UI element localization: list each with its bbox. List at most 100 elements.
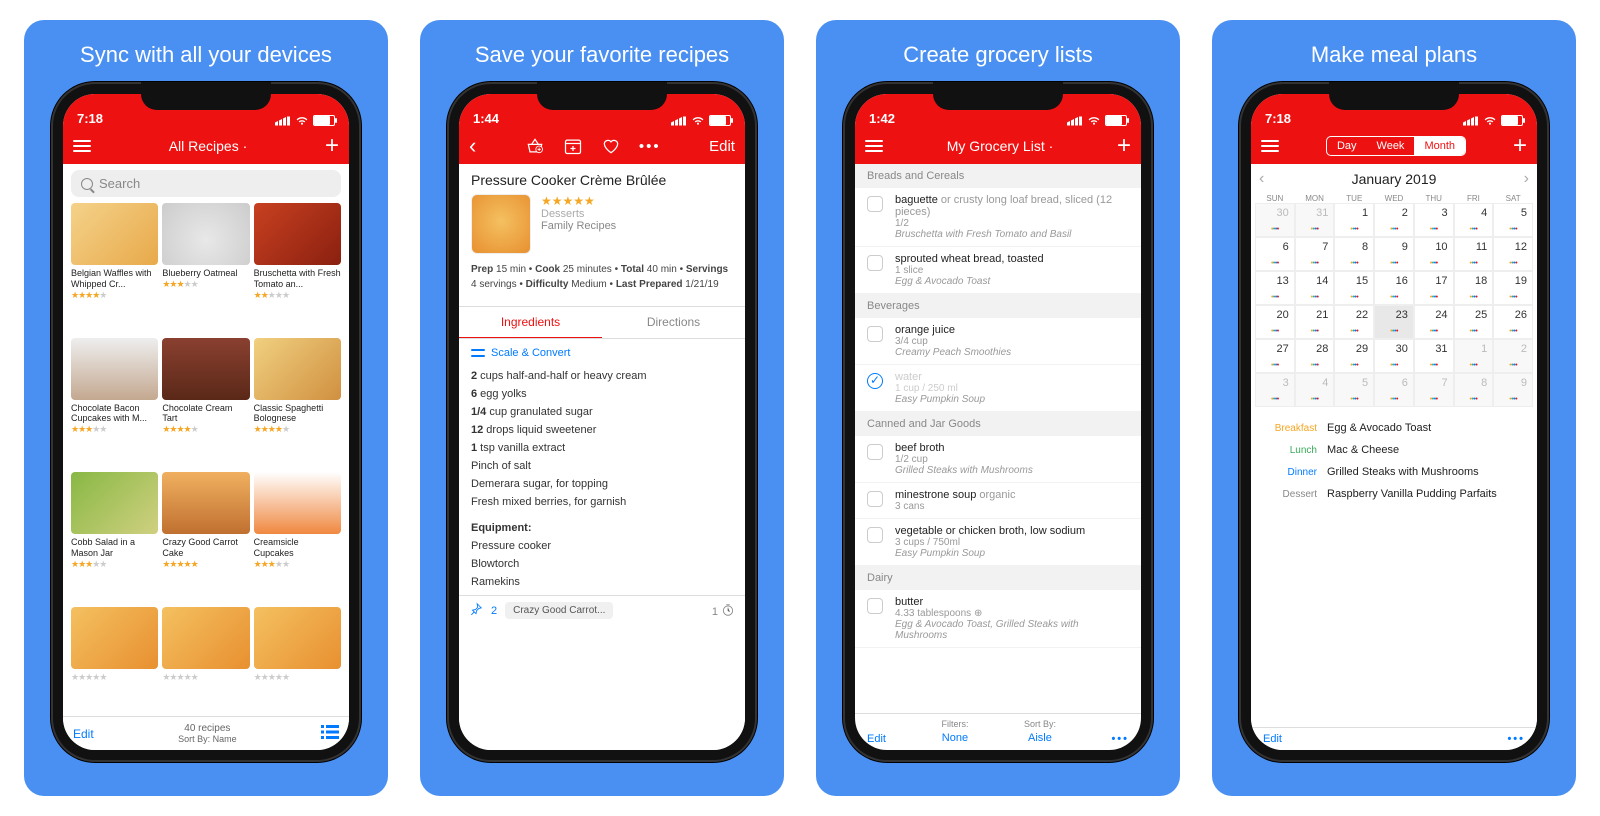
calendar-day[interactable]: 5••••: [1493, 203, 1533, 237]
nav-title[interactable]: All Recipes ·: [169, 138, 248, 154]
meal-row[interactable]: DinnerGrilled Steaks with Mushrooms: [1263, 461, 1525, 483]
calendar-day[interactable]: 30••••: [1374, 339, 1414, 373]
view-segmented-control[interactable]: Day Week Month: [1326, 136, 1466, 156]
calendar-day[interactable]: 14••••: [1295, 271, 1335, 305]
recipe-card[interactable]: ★★★★★: [254, 607, 341, 716]
grocery-item[interactable]: sprouted wheat bread, toasted1 sliceEgg …: [855, 247, 1141, 294]
recipe-card[interactable]: ★★★★★: [162, 607, 249, 716]
calendar-day[interactable]: 17••••: [1414, 271, 1454, 305]
menu-icon[interactable]: [73, 140, 91, 152]
next-month-icon[interactable]: ›: [1524, 170, 1529, 188]
grocery-item[interactable]: vegetable or chicken broth, low sodium3 …: [855, 519, 1141, 566]
grocery-item[interactable]: minestrone soup organic3 cans: [855, 483, 1141, 519]
calendar-day[interactable]: 15••••: [1334, 271, 1374, 305]
calendar-day[interactable]: 5••••: [1334, 373, 1374, 407]
recipe-card[interactable]: ★★★★★: [71, 607, 158, 716]
calendar-day[interactable]: 31••••: [1295, 203, 1335, 237]
tab-directions[interactable]: Directions: [602, 307, 745, 338]
add-icon[interactable]: +: [325, 134, 339, 158]
edit-button[interactable]: Edit: [1263, 733, 1282, 745]
scale-convert-link[interactable]: Scale & Convert: [459, 339, 745, 363]
grocery-list[interactable]: Breads and Cerealsbaguette or crusty lon…: [855, 164, 1141, 713]
more-icon[interactable]: •••: [1111, 733, 1129, 745]
sort-control[interactable]: Sort By: Aisle: [1024, 719, 1056, 745]
calendar-day[interactable]: 3••••: [1414, 203, 1454, 237]
calendar-grid[interactable]: 30••••31••••1••••2••••3••••4••••5••••6••…: [1251, 203, 1537, 407]
grocery-item[interactable]: water1 cup / 250 mlEasy Pumpkin Soup: [855, 365, 1141, 412]
calendar-day[interactable]: 29••••: [1334, 339, 1374, 373]
calendar-day[interactable]: 31••••: [1414, 339, 1454, 373]
calendar-day[interactable]: 9••••: [1374, 237, 1414, 271]
edit-button[interactable]: Edit: [709, 138, 735, 155]
calendar-add-icon[interactable]: [563, 136, 583, 156]
edit-button[interactable]: Edit: [73, 727, 94, 741]
calendar-day[interactable]: 4••••: [1454, 203, 1494, 237]
calendar-day[interactable]: 2••••: [1374, 203, 1414, 237]
calendar-day[interactable]: 20••••: [1255, 305, 1295, 339]
recipe-card[interactable]: Blueberry Oatmeal★★★★★: [162, 203, 249, 334]
meal-row[interactable]: BreakfastEgg & Avocado Toast: [1263, 417, 1525, 439]
more-icon[interactable]: •••: [639, 138, 661, 155]
calendar-day[interactable]: 6••••: [1374, 373, 1414, 407]
calendar-day[interactable]: 1••••: [1334, 203, 1374, 237]
calendar-day[interactable]: 27••••: [1255, 339, 1295, 373]
calendar-day[interactable]: 30••••: [1255, 203, 1295, 237]
edit-button[interactable]: Edit: [867, 733, 886, 745]
rating-stars[interactable]: ★★★★★: [541, 194, 616, 208]
ingredient-row[interactable]: Demerara sugar, for topping: [471, 475, 733, 493]
calendar-day[interactable]: 6••••: [1255, 237, 1295, 271]
prev-month-icon[interactable]: ‹: [1259, 170, 1264, 188]
checkbox[interactable]: [867, 255, 883, 271]
pin-icon[interactable]: [469, 602, 483, 619]
grocery-item[interactable]: butter4.33 tablespoons ⊕Egg & Avocado To…: [855, 590, 1141, 648]
calendar-day[interactable]: 18••••: [1454, 271, 1494, 305]
filters-control[interactable]: Filters: None: [941, 719, 968, 745]
ingredient-row[interactable]: 1 tsp vanilla extract: [471, 439, 733, 457]
menu-icon[interactable]: [865, 140, 883, 152]
checkbox[interactable]: [867, 196, 883, 212]
calendar-day[interactable]: 9••••: [1493, 373, 1533, 407]
back-icon[interactable]: ‹: [469, 133, 476, 159]
calendar-day[interactable]: 13••••: [1255, 271, 1295, 305]
recipe-card[interactable]: Classic Spaghetti Bolognese★★★★★: [254, 338, 341, 469]
calendar-day[interactable]: 7••••: [1295, 237, 1335, 271]
calendar-day[interactable]: 22••••: [1334, 305, 1374, 339]
checkbox[interactable]: [867, 373, 883, 389]
more-icon[interactable]: •••: [1507, 733, 1525, 745]
calendar-day[interactable]: 21••••: [1295, 305, 1335, 339]
menu-icon[interactable]: [1261, 140, 1279, 152]
calendar-day[interactable]: 24••••: [1414, 305, 1454, 339]
pinned-chip[interactable]: Crazy Good Carrot...: [505, 602, 613, 619]
checkbox[interactable]: [867, 598, 883, 614]
checkbox[interactable]: [867, 326, 883, 342]
recipe-grid[interactable]: Belgian Waffles with Whipped Cr...★★★★★B…: [63, 203, 349, 716]
recipe-card[interactable]: Bruschetta with Fresh Tomato an...★★★★★: [254, 203, 341, 334]
calendar-day[interactable]: 1••••: [1454, 339, 1494, 373]
calendar-day[interactable]: 10••••: [1414, 237, 1454, 271]
basket-icon[interactable]: [525, 136, 545, 156]
grocery-item[interactable]: orange juice3/4 cupCreamy Peach Smoothie…: [855, 318, 1141, 365]
recipe-card[interactable]: Chocolate Bacon Cupcakes with M...★★★★★: [71, 338, 158, 469]
timer-icon[interactable]: 1: [712, 603, 735, 618]
meal-row[interactable]: DessertRaspberry Vanilla Pudding Parfait…: [1263, 483, 1525, 505]
calendar-day[interactable]: 12••••: [1493, 237, 1533, 271]
calendar-day[interactable]: 23••••: [1374, 305, 1414, 339]
heart-icon[interactable]: [601, 136, 621, 156]
calendar-day[interactable]: 2••••: [1493, 339, 1533, 373]
ingredient-row[interactable]: 1/4 cup granulated sugar: [471, 403, 733, 421]
checkbox[interactable]: [867, 444, 883, 460]
calendar-day[interactable]: 8••••: [1454, 373, 1494, 407]
ingredient-row[interactable]: Pinch of salt: [471, 457, 733, 475]
calendar-day[interactable]: 19••••: [1493, 271, 1533, 305]
recipe-card[interactable]: Chocolate Cream Tart★★★★★: [162, 338, 249, 469]
calendar-day[interactable]: 16••••: [1374, 271, 1414, 305]
seg-week[interactable]: Week: [1367, 137, 1415, 155]
calendar-day[interactable]: 28••••: [1295, 339, 1335, 373]
calendar-day[interactable]: 7••••: [1414, 373, 1454, 407]
recipe-card[interactable]: Crazy Good Carrot Cake★★★★★: [162, 472, 249, 603]
calendar-day[interactable]: 25••••: [1454, 305, 1494, 339]
calendar-day[interactable]: 4••••: [1295, 373, 1335, 407]
ingredient-row[interactable]: Fresh mixed berries, for garnish: [471, 493, 733, 511]
recipe-card[interactable]: Cobb Salad in a Mason Jar★★★★★: [71, 472, 158, 603]
ingredient-row[interactable]: 2 cups half-and-half or heavy cream: [471, 367, 733, 385]
